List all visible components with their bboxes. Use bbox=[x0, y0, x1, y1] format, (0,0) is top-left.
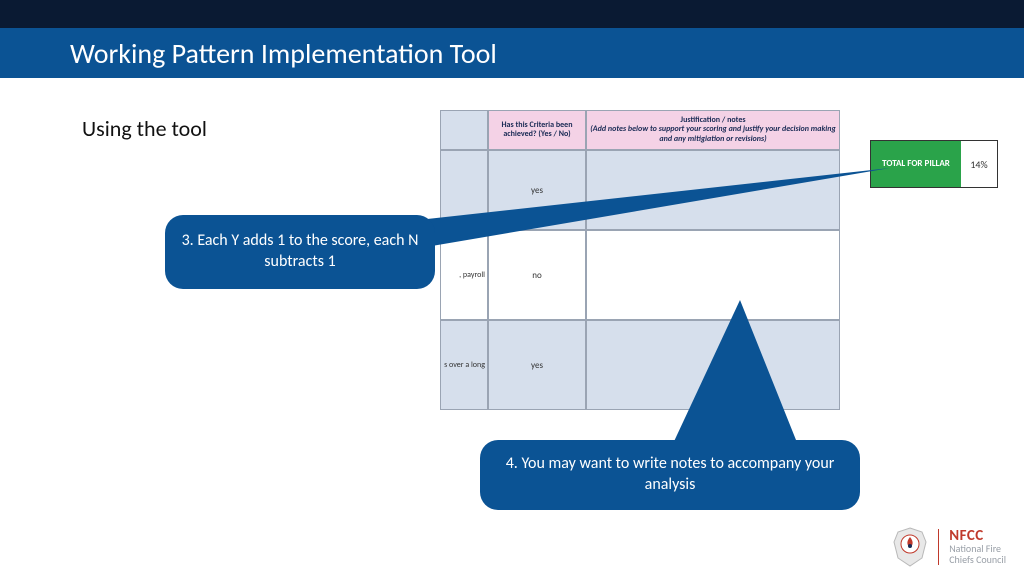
nfcc-badge-icon bbox=[892, 526, 928, 568]
callout-4-text: 4. You may want to write notes to accomp… bbox=[496, 454, 844, 496]
callout-3: 3. Each Y adds 1 to the score, each N su… bbox=[165, 215, 435, 289]
sheet-header-criteria: Has this Criteria been achieved? (Yes / … bbox=[488, 110, 586, 150]
callout-3-text: 3. Each Y adds 1 to the score, each N su… bbox=[181, 231, 419, 273]
nfcc-logo: NFCC National Fire Chiefs Council bbox=[892, 526, 1006, 568]
callout-pointer-3 bbox=[400, 150, 900, 270]
sheet-header-left-stub bbox=[440, 110, 488, 150]
section-heading: Using the tool bbox=[82, 115, 207, 142]
sheet-header-justification-sub: (Add notes below to support your scoring… bbox=[589, 125, 837, 143]
slide-title: Working Pattern Implementation Tool bbox=[70, 36, 497, 71]
callout-4: 4. You may want to write notes to accomp… bbox=[480, 440, 860, 510]
top-dark-strip bbox=[0, 0, 1024, 28]
sheet-header-justification: Justification / notes (Add notes below t… bbox=[586, 110, 840, 150]
nfcc-line2: Chiefs Council bbox=[949, 555, 1006, 566]
row-fragment: s over a long bbox=[440, 320, 488, 410]
sheet-header-row: Has this Criteria been achieved? (Yes / … bbox=[440, 110, 840, 150]
row-answer: yes bbox=[488, 320, 586, 410]
nfcc-logo-text: NFCC National Fire Chiefs Council bbox=[938, 529, 1006, 566]
callout-pointer-4 bbox=[670, 300, 820, 460]
title-bar: Working Pattern Implementation Tool bbox=[0, 28, 1024, 78]
total-pillar-value: 14% bbox=[961, 141, 997, 187]
